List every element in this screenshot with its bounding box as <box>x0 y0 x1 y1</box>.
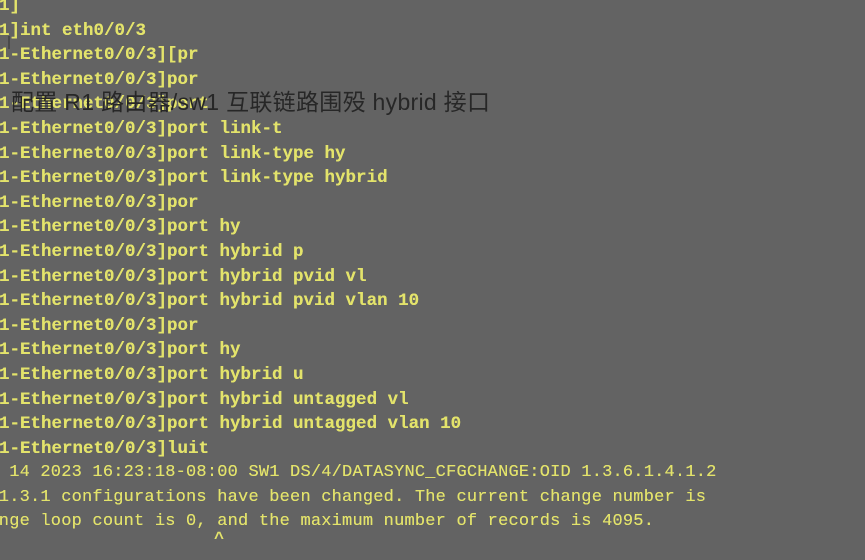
console-line: SW1-Ethernet0/0/3]port hy <box>0 217 241 238</box>
console-log-line: eb 14 2023 16:23:18-08:00 SW1 DS/4/DATAS… <box>0 463 717 483</box>
console-line: SW1-Ethernet0/0/3]por <box>0 192 199 213</box>
console-line: SW1-Ethernet0/0/3]port link-type hybrid <box>0 168 388 189</box>
console-line: SW1-Ethernet0/0/3]port link-t <box>0 118 283 139</box>
console-line: SW1-Ethernet0/0/3]port hybrid pvid vlan … <box>0 291 420 312</box>
annotation-text: 配置 R1 路由器/sw1 互联链路围殁 hybrid 接口 <box>11 89 491 115</box>
console-line: SW1-Ethernet0/0/3]port hybrid untagged v… <box>0 389 409 410</box>
console-line: SW1]int eth0/0/3 <box>0 20 147 41</box>
console-line: SW1-Ethernet0/0/3]port hybrid untagged v… <box>0 414 462 435</box>
console-line: SW1-Ethernet0/0/3]luit <box>0 438 210 459</box>
console-line: SW1-Ethernet0/0/3]port hybrid p <box>0 241 304 262</box>
console-log-line: 191.3.1 configurations have been changed… <box>0 487 707 507</box>
console-line: SW1-Ethernet0/0/3]port hybrid pvid vl <box>0 266 367 287</box>
console-log-line: hange loop count is 0, and the maximum n… <box>0 512 655 532</box>
text-cursor <box>8 36 10 49</box>
console-line: SW1-Ethernet0/0/3]por <box>0 315 199 336</box>
caret-marker: ^ <box>214 530 225 549</box>
terminal-window[interactable]: SW1] SW1]int eth0/0/3 SW1-Ethernet0/0/3]… <box>0 0 865 560</box>
console-line: SW1-Ethernet0/0/3]port hybrid u <box>0 364 304 385</box>
console-line: SW1-Ethernet0/0/3]port link-type hy <box>0 143 346 164</box>
console-line: SW1] <box>0 0 21 16</box>
console-line: SW1-Ethernet0/0/3]port hy <box>0 340 241 361</box>
console-line: SW1-Ethernet0/0/3][pr <box>0 45 199 66</box>
console-output: SW1] SW1]int eth0/0/3 SW1-Ethernet0/0/3]… <box>0 0 865 535</box>
